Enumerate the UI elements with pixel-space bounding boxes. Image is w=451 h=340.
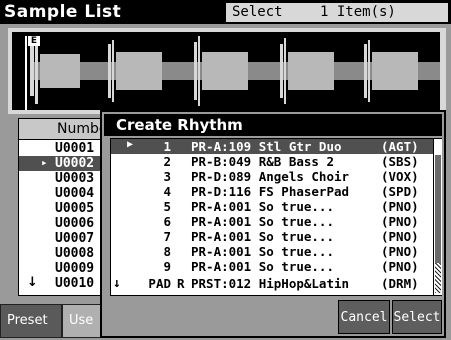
list-item[interactable]: ↓ U0010: [19, 275, 109, 291]
table-row[interactable]: 7 PR-A:001 So true... (PNO): [111, 229, 433, 244]
list-item-selected[interactable]: ▸ U0002: [19, 156, 109, 171]
pointer-icon: ▸: [41, 156, 48, 169]
table-row[interactable]: 3 PR-D:089 Angels Choir (VOX): [111, 169, 433, 184]
select-button[interactable]: Select: [392, 300, 442, 334]
sample-list: Numbe U0001 ▸ U0002 U0003 U0004 U0005 U00…: [18, 118, 110, 296]
tab-user[interactable]: Use: [62, 304, 104, 338]
cancel-button[interactable]: Cancel: [338, 300, 390, 334]
dialog-title-bar: Create Rhythm: [104, 114, 442, 136]
table-row[interactable]: 4 PR-D:116 FS PhaserPad (SPD): [111, 184, 433, 199]
pointer-icon: ▶: [127, 139, 134, 150]
dialog-title: Create Rhythm: [116, 116, 243, 134]
list-item[interactable]: U0003: [19, 171, 109, 186]
end-marker[interactable]: E: [28, 36, 40, 46]
list-header: Numbe: [19, 119, 109, 140]
playback-cursor[interactable]: [25, 36, 27, 110]
list-item[interactable]: U0009: [19, 261, 109, 276]
tab-preset[interactable]: Preset: [0, 304, 62, 338]
select-info: Select 1 Item(s): [226, 3, 448, 22]
waveform-display[interactable]: [12, 32, 440, 110]
table-row[interactable]: 5 PR-A:001 So true... (PNO): [111, 199, 433, 214]
list-item[interactable]: U0001: [19, 141, 109, 156]
list-item[interactable]: U0007: [19, 231, 109, 246]
scrollbar-track-lower: [435, 263, 441, 293]
list-item[interactable]: U0008: [19, 246, 109, 261]
waveform: [30, 36, 440, 106]
table-row-selected[interactable]: ▶ 1 PR-A:109 Stl Gtr Duo (AGT): [111, 139, 433, 154]
list-item[interactable]: U0006: [19, 216, 109, 231]
select-count: 1 Item(s): [320, 4, 396, 20]
screen: Sample List Select 1 Item(s) E Numbe U00…: [0, 0, 451, 340]
table-row[interactable]: 2 PR-B:049 R&B Bass 2 (SBS): [111, 154, 433, 169]
list-item[interactable]: U0005: [19, 201, 109, 216]
table-row[interactable]: 8 PR-A:001 So true... (PNO): [111, 244, 433, 259]
scroll-down-icon: ↓: [27, 275, 38, 290]
scrollbar[interactable]: [433, 139, 442, 295]
table-row[interactable]: 6 PR-A:001 So true... (PNO): [111, 214, 433, 229]
create-rhythm-dialog: Create Rhythm ▶ 1 PR-A:109 Stl Gtr Duo (A…: [100, 110, 446, 338]
table-row[interactable]: 9 PR-A:001 So true... (PNO): [111, 259, 433, 274]
rhythm-assign-list: ▶ 1 PR-A:109 Stl Gtr Duo (AGT) 2 PR-B:049…: [110, 138, 442, 296]
scrollbar-thumb[interactable]: [435, 155, 441, 263]
scroll-down-icon: ↓: [113, 276, 121, 291]
table-row[interactable]: ↓ PAD R PRST:012 HipHop&Latin (DRM): [111, 276, 433, 291]
list-item[interactable]: U0004: [19, 186, 109, 201]
select-label: Select: [232, 4, 283, 20]
title-bar: Sample List Select 1 Item(s): [0, 0, 451, 24]
app-title: Sample List: [4, 2, 122, 22]
